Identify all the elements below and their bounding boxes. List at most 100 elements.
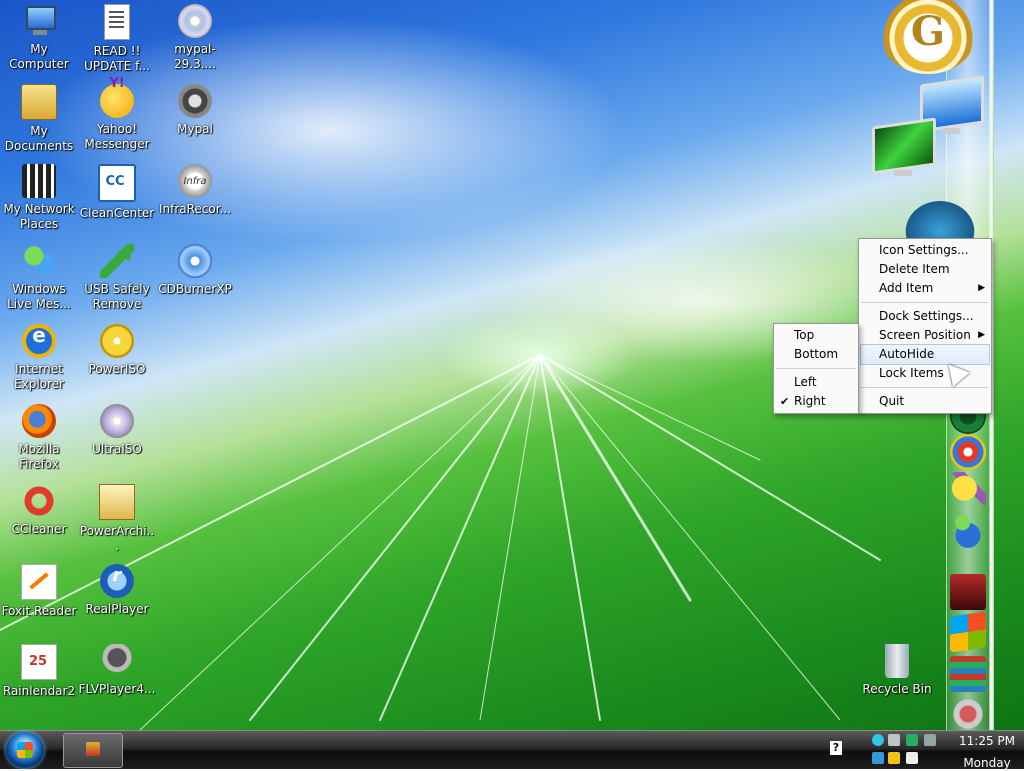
- submenu-arrow-icon: ▶: [978, 330, 985, 340]
- menu-item-quit[interactable]: Quit: [859, 392, 991, 411]
- desktop-icon-powerarchiver[interactable]: PowerArchi...: [78, 484, 156, 554]
- taskbar-app-button[interactable]: [63, 733, 123, 768]
- desktop-icon-rainlendar[interactable]: Rainlendar2: [0, 644, 78, 699]
- installer-disc-icon: [178, 4, 212, 38]
- desktop-icon-mozilla-firefox[interactable]: Mozilla Firefox: [0, 404, 78, 472]
- ultraiso-icon: [100, 404, 134, 438]
- dock-messenger-icon[interactable]: [950, 512, 986, 548]
- submenu-arrow-icon: ▶: [978, 283, 985, 293]
- icon-label: CCleaner: [11, 522, 67, 536]
- desktop-icon-yahoo-messenger[interactable]: Yahoo! Messenger: [78, 76, 156, 152]
- menu-item-icon-settings[interactable]: Icon Settings...: [859, 241, 991, 260]
- screen-position-submenu: Top Bottom Left ✔ Right: [773, 323, 859, 414]
- realplayer-icon: [100, 564, 134, 598]
- desktop-icon-flvplayer[interactable]: FLVPlayer4...: [78, 644, 156, 697]
- menu-item-screen-position[interactable]: Screen Position ▶: [859, 326, 991, 345]
- icon-label: PowerArchi...: [79, 524, 155, 553]
- desktop-icon-foxit-reader[interactable]: Foxit Reader: [0, 564, 78, 619]
- position-option-left[interactable]: Left: [774, 373, 858, 392]
- icon-label: Internet Explorer: [14, 362, 64, 391]
- menu-item-label: Delete Item: [879, 262, 950, 276]
- position-option-right[interactable]: ✔ Right: [774, 392, 858, 411]
- tray-device-icon[interactable]: [888, 734, 900, 746]
- desktop-icon-my-documents[interactable]: My Documents: [0, 84, 78, 154]
- icon-label: My Documents: [4, 124, 74, 153]
- desktop-icon-realplayer[interactable]: RealPlayer: [78, 564, 156, 617]
- position-option-bottom[interactable]: Bottom: [774, 345, 858, 364]
- desktop-icon-my-computer[interactable]: My Computer: [0, 4, 78, 72]
- menu-item-autohide[interactable]: AutoHide: [860, 344, 990, 365]
- rainlendar-calendar-icon: [21, 644, 57, 680]
- foxit-reader-icon: [21, 564, 57, 600]
- firefox-icon: [22, 404, 56, 438]
- icon-label: CDBurnerXP: [158, 282, 232, 296]
- yahoo-messenger-icon: [100, 76, 134, 118]
- icon-label: Mypal: [177, 122, 213, 136]
- menu-item-dock-settings[interactable]: Dock Settings...: [859, 307, 991, 326]
- system-tray: ? 11:25 PM Monday: [824, 731, 1024, 771]
- dock-windows-flag-icon[interactable]: [950, 611, 986, 653]
- powerarchiver-icon: [99, 484, 135, 520]
- taskbar-clock[interactable]: 11:25 PM Monday: [952, 733, 1022, 771]
- icon-label: CleanCenter: [79, 206, 155, 220]
- tray-usb-icon[interactable]: [906, 734, 918, 746]
- network-places-icon: [22, 164, 56, 198]
- windows-live-messenger-icon: [22, 244, 56, 278]
- computer-icon: [22, 4, 56, 38]
- icon-label: mypal-29.3....: [174, 42, 216, 71]
- tray-language-icon[interactable]: [872, 752, 884, 764]
- icon-label: Windows Live Mes...: [7, 282, 71, 311]
- position-option-top[interactable]: Top: [774, 326, 858, 345]
- desktop-icon-ultraiso[interactable]: UltraISO: [78, 404, 156, 457]
- dock-windows-box-icon[interactable]: [950, 574, 986, 610]
- icon-label: Recycle Bin: [862, 682, 932, 696]
- desktop-icon-poweriso[interactable]: PowerISO: [78, 324, 156, 377]
- help-icon[interactable]: ?: [830, 741, 842, 755]
- dock-yahoo-icon[interactable]: [950, 472, 986, 508]
- infrarecorder-icon: [178, 164, 212, 198]
- tray-network-icon[interactable]: [872, 734, 884, 746]
- icon-label: InfraRecor...: [158, 202, 232, 216]
- dock-dolphin-icon[interactable]: [900, 196, 980, 240]
- menu-item-label: Dock Settings...: [879, 309, 974, 323]
- menu-item-lock-items[interactable]: Lock Items: [859, 364, 991, 383]
- menu-item-add-item[interactable]: Add Item ▶: [859, 279, 991, 298]
- tray-notes-icon[interactable]: [888, 752, 900, 764]
- icon-label: UltraISO: [92, 442, 142, 456]
- text-document-icon: [104, 4, 130, 40]
- dock-winrar-icon[interactable]: [950, 656, 986, 692]
- dock-chrome-icon[interactable]: [950, 434, 986, 470]
- desktop-icon-read-update[interactable]: READ !! UPDATE f...: [78, 4, 156, 74]
- icon-label: PowerISO: [88, 362, 146, 376]
- icon-label: Rainlendar2: [2, 684, 76, 698]
- documents-folder-icon: [21, 84, 57, 120]
- menu-separator: [861, 387, 989, 388]
- dock-monitor-green-icon[interactable]: [872, 117, 944, 194]
- menu-item-delete-item[interactable]: Delete Item: [859, 260, 991, 279]
- clock-day: Monday: [963, 756, 1011, 770]
- desktop-icon-cleancenter[interactable]: CleanCenter: [78, 164, 156, 221]
- icon-label: My Network Places: [3, 202, 75, 231]
- flvplayer-icon: [100, 644, 134, 678]
- desktop-icon-mypal-installer[interactable]: mypal-29.3....: [156, 4, 234, 72]
- desktop-icon-recycle-bin[interactable]: Recycle Bin: [858, 644, 936, 697]
- desktop-icon-windows-live-messenger[interactable]: Windows Live Mes...: [0, 244, 78, 312]
- icon-label: READ !! UPDATE f...: [84, 44, 150, 73]
- menu-item-label: Bottom: [794, 347, 839, 361]
- desktop-icon-usb-safely-remove[interactable]: USB Safely Remove: [78, 244, 156, 312]
- desktop-icon-ccleaner[interactable]: CCleaner: [0, 484, 78, 537]
- dock-tools-icon[interactable]: [950, 696, 986, 732]
- taskbar: ? 11:25 PM Monday: [0, 730, 1024, 771]
- desktop-icon-my-network-places[interactable]: My Network Places: [0, 164, 78, 232]
- desktop-icon-cdburnerxp[interactable]: CDBurnerXP: [156, 244, 234, 297]
- menu-separator: [861, 302, 989, 303]
- desktop-icon-internet-explorer[interactable]: Internet Explorer: [0, 324, 78, 392]
- tray-monitor-icon[interactable]: [924, 734, 936, 746]
- desktop-icon-mypal[interactable]: Mypal: [156, 84, 234, 137]
- tray-display-icon[interactable]: [906, 752, 918, 764]
- menu-item-label: Right: [794, 394, 826, 408]
- recycle-bin-icon: [885, 644, 909, 678]
- desktop-icon-infrarecorder[interactable]: InfraRecor...: [156, 164, 234, 217]
- start-button[interactable]: [6, 732, 44, 768]
- menu-item-label: Left: [794, 375, 817, 389]
